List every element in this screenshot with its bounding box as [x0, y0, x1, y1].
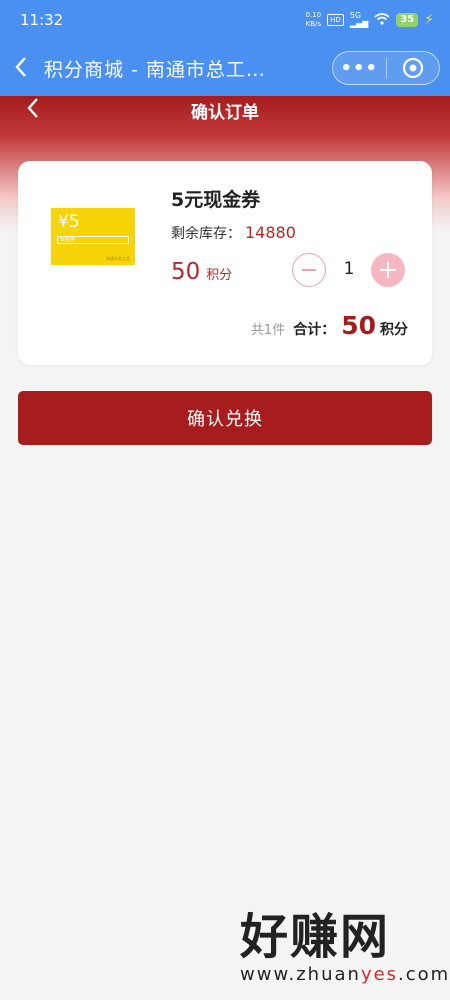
more-dots-icon[interactable]: •••: [333, 58, 386, 79]
product-image: ¥5 现金券 南通市总工会: [51, 208, 135, 265]
price-row: 50 积分: [171, 259, 232, 285]
watermark: 好赚网 www.zhuanyes.com: [240, 912, 450, 985]
watermark-url: www.zhuanyes.com: [240, 964, 450, 985]
thumb-footer: 南通市总工会: [106, 256, 130, 261]
order-card: ¥5 现金券 南通市总工会 5元现金券 剩余库存： 14880 50 积分 1 …: [18, 161, 432, 365]
nav-title: 积分商城 - 南通市总工…: [44, 58, 266, 81]
target-circle-icon[interactable]: [387, 57, 440, 79]
item-count: 共1件: [250, 323, 286, 338]
plus-icon-vertical: [387, 262, 389, 278]
order-summary: 共1件 合计： 50 积分: [251, 311, 408, 340]
stock-label: 剩余库存：: [171, 226, 241, 242]
status-indicators: 0.10 KB/s HD 5G ▂▄▆ 35 ⚡: [306, 11, 434, 29]
total-unit: 积分: [380, 322, 408, 338]
increase-button[interactable]: [371, 253, 405, 287]
price-unit: 积分: [206, 268, 233, 283]
thumb-yen: ¥5: [58, 212, 80, 232]
confirm-exchange-button[interactable]: 确认兑换: [18, 391, 432, 445]
top-bar: 11:32 0.10 KB/s HD 5G ▂▄▆ 35 ⚡ 积分商城 - 南通市…: [0, 0, 450, 96]
quantity-value: 1: [343, 259, 355, 279]
page-title: 确认订单: [191, 103, 259, 123]
thumb-ribbon: 现金券: [57, 236, 129, 244]
hd-badge: HD: [327, 14, 344, 26]
price-value: 50: [171, 259, 201, 285]
watermark-url-post: .com: [398, 964, 450, 985]
signal-label: 5G: [349, 11, 362, 20]
status-bar: 11:32 0.10 KB/s HD 5G ▂▄▆ 35 ⚡: [0, 0, 450, 40]
stock-row: 剩余库存： 14880: [171, 223, 296, 243]
watermark-brand: 好赚网: [240, 909, 391, 965]
network-rate: 0.10 KB/s: [306, 11, 322, 29]
product-name: 5元现金券: [171, 189, 261, 211]
total-value: 50: [341, 311, 376, 340]
stock-value: 14880: [245, 223, 296, 242]
nav-back-icon[interactable]: [14, 52, 44, 85]
watermark-url-accent: yes: [360, 964, 399, 985]
wifi-icon: [374, 12, 390, 28]
mini-program-capsule: •••: [332, 51, 440, 85]
minus-icon: [302, 269, 316, 271]
mini-program-nav: 积分商城 - 南通市总工… •••: [0, 40, 450, 96]
network-rate-unit: KB/s: [305, 20, 322, 28]
total-label: 合计：: [293, 322, 336, 338]
network-rate-value: 0.10: [305, 11, 322, 19]
signal-icon: 5G ▂▄▆: [349, 11, 369, 28]
battery-icon: 35: [396, 13, 419, 27]
watermark-url-pre: www.zhuan: [240, 964, 361, 985]
charging-icon: ⚡: [424, 12, 434, 28]
status-time: 11:32: [20, 11, 64, 29]
decrease-button[interactable]: [292, 253, 326, 287]
